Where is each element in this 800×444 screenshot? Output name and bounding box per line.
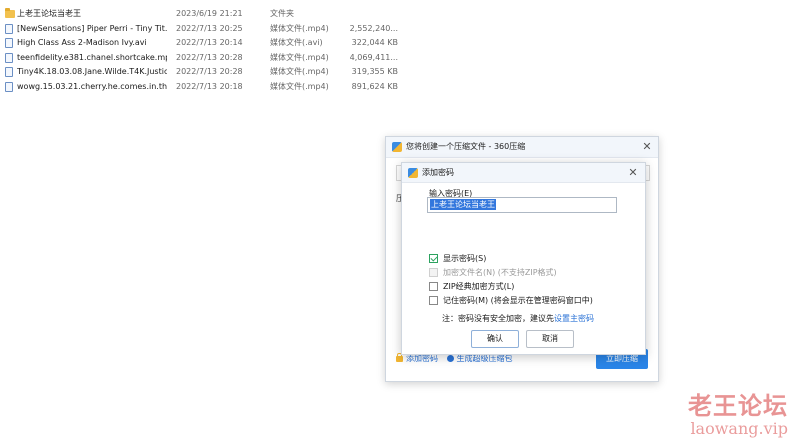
lock-icon	[396, 353, 403, 362]
file-name: teenfidelity.e381.chanel.shortcake.mp4	[17, 52, 167, 62]
file-type: 文件夹	[270, 9, 294, 18]
file-row[interactable]: High Class Ass 2-Madison Ivy.avi 2022/7/…	[0, 36, 420, 51]
security-note: 注：密码没有安全加密，建议先设置主密码	[442, 313, 594, 324]
file-type: 媒体文件(.mp4)	[270, 81, 329, 91]
file-date: 2022/7/13 20:28	[176, 52, 243, 62]
security-note-text: 注：密码没有安全加密，建议先	[442, 314, 554, 323]
file-date: 2022/7/13 20:18	[176, 81, 243, 91]
video-file-icon	[5, 67, 14, 78]
video-file-icon	[5, 23, 14, 34]
file-size: 891,624 KB	[351, 81, 398, 91]
compress-dialog-title: 您将创建一个压缩文件 - 360压缩	[406, 142, 526, 151]
remember-password-label: 记住密码(M) (将会显示在管理密码窗口中)	[443, 296, 593, 305]
file-date: 2022/7/13 20:14	[176, 38, 243, 48]
cancel-button[interactable]: 取消	[526, 330, 574, 348]
app-360-icon	[408, 168, 418, 178]
video-file-icon	[5, 52, 14, 63]
video-file-icon	[5, 81, 14, 92]
file-type: 媒体文件(.avi)	[270, 38, 323, 48]
file-type: 媒体文件(.mp4)	[270, 23, 329, 33]
password-input[interactable]: 上老王论坛当老王	[427, 197, 617, 213]
file-date: 2022/7/13 20:25	[176, 23, 243, 33]
file-row[interactable]: wowg.15.03.21.cherry.he.comes.in.the... …	[0, 80, 420, 95]
file-size: 322,044 KB	[351, 38, 398, 48]
add-password-link[interactable]: 添加密码	[406, 354, 438, 363]
file-row[interactable]: teenfidelity.e381.chanel.shortcake.mp4 2…	[0, 51, 420, 66]
file-name: Tiny4K.18.03.08.Jane.Wilde.T4K.Justic...	[17, 67, 167, 77]
file-name: High Class Ass 2-Madison Ivy.avi	[17, 38, 147, 48]
file-list: 上老王论坛当老王 2023/6/19 21:21 文件夹 [NewSensati…	[0, 7, 420, 95]
super-compress-icon	[446, 355, 454, 362]
file-row[interactable]: [NewSensations] Piper Perri - Tiny Tit..…	[0, 22, 420, 37]
file-size: 4,069,411...	[349, 52, 398, 62]
file-name: wowg.15.03.21.cherry.he.comes.in.the...	[17, 81, 167, 91]
remember-password-checkbox[interactable]	[429, 296, 438, 305]
file-row[interactable]: Tiny4K.18.03.08.Jane.Wilde.T4K.Justic...…	[0, 65, 420, 80]
video-file-icon	[5, 38, 14, 49]
compress-dialog-titlebar[interactable]: 您将创建一个压缩文件 - 360压缩 ✕	[386, 137, 658, 158]
file-date: 2023/6/19 21:21	[176, 9, 243, 18]
watermark-logo-text: 老王论坛	[688, 392, 788, 420]
file-date: 2022/7/13 20:28	[176, 67, 243, 77]
file-size: 2,552,240...	[349, 23, 398, 33]
super-compress-link[interactable]: 生成超级压缩包	[457, 354, 513, 363]
file-name: [NewSensations] Piper Perri - Tiny Tit..…	[17, 23, 167, 33]
folder-icon	[5, 8, 15, 19]
close-icon[interactable]: ✕	[627, 167, 639, 179]
encrypt-filenames-label: 加密文件名(N) (不支持ZIP格式)	[443, 268, 557, 277]
zip-classic-encryption-checkbox[interactable]	[429, 282, 438, 291]
add-password-dialog-title: 添加密码	[422, 168, 454, 177]
encrypt-filenames-checkbox	[429, 268, 438, 277]
add-password-dialog: 添加密码 ✕ 输入密码(E) 上老王论坛当老王 显示密码(S) 加密文件名(N)…	[401, 162, 646, 355]
close-icon[interactable]: ✕	[641, 141, 653, 153]
watermark-url: laowang.vip	[690, 419, 788, 438]
add-password-dialog-titlebar[interactable]: 添加密码 ✕	[402, 163, 645, 183]
password-value: 上老王论坛当老王	[430, 199, 496, 210]
file-type: 媒体文件(.mp4)	[270, 52, 329, 62]
file-type: 媒体文件(.mp4)	[270, 67, 329, 77]
show-password-checkbox[interactable]	[429, 254, 438, 263]
zip-classic-encryption-label: ZIP经典加密方式(L)	[443, 282, 515, 291]
show-password-label: 显示密码(S)	[443, 254, 487, 263]
set-master-password-link[interactable]: 设置主密码	[554, 314, 594, 323]
app-360-icon	[392, 142, 402, 152]
file-size: 319,355 KB	[351, 67, 398, 77]
file-name: 上老王论坛当老王	[17, 9, 81, 18]
file-row-folder[interactable]: 上老王论坛当老王 2023/6/19 21:21 文件夹	[0, 7, 420, 22]
ok-button[interactable]: 确认	[471, 330, 519, 348]
